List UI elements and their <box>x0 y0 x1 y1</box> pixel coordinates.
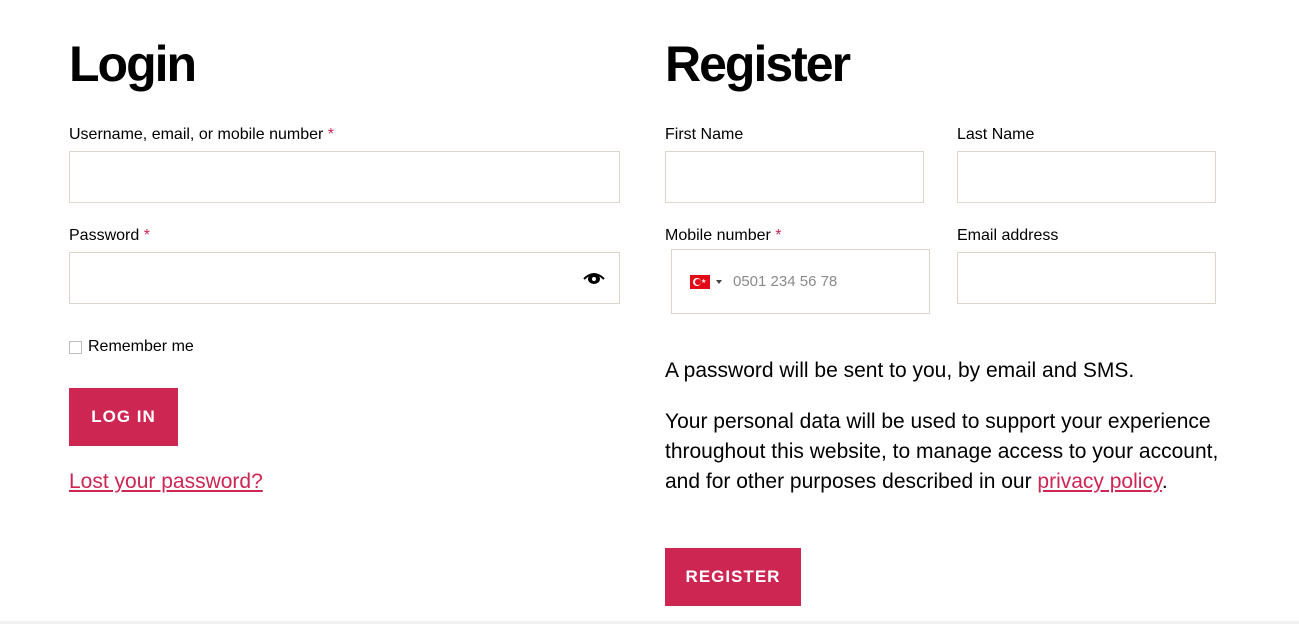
account-page: Login Username, email, or mobile number … <box>0 0 1299 624</box>
privacy-notice: Your personal data will be used to suppo… <box>665 407 1221 497</box>
first-name-label: First Name <box>665 126 744 143</box>
remember-me[interactable]: Remember me <box>69 338 194 356</box>
required-mark: * <box>143 227 150 244</box>
password-label: Password * <box>69 226 150 246</box>
login-button[interactable]: Log in <box>69 388 178 446</box>
mobile-label: Mobile number * <box>665 226 782 246</box>
lost-password-link[interactable]: Lost your password? <box>69 469 263 495</box>
required-mark: * <box>775 227 782 244</box>
username-input[interactable] <box>69 151 620 203</box>
remember-me-label: Remember me <box>88 338 194 355</box>
first-name-input[interactable] <box>665 151 924 203</box>
password-note: A password will be sent to you, by email… <box>665 359 1135 382</box>
username-label-text: Username, email, or mobile number <box>69 126 324 143</box>
mobile-number-input[interactable]: ★ 0501 234 56 78 <box>671 249 930 314</box>
email-label: Email address <box>957 227 1059 244</box>
register-button[interactable]: Register <box>665 548 801 606</box>
required-mark: * <box>327 126 335 143</box>
last-name-input[interactable] <box>957 151 1216 203</box>
email-input[interactable] <box>957 252 1216 304</box>
privacy-period: . <box>1161 470 1168 493</box>
eye-icon[interactable] <box>583 271 605 285</box>
username-label: Username, email, or mobile number * <box>69 125 334 145</box>
register-heading: Register <box>665 36 851 92</box>
login-heading: Login <box>69 36 197 92</box>
caret-down-icon[interactable] <box>716 280 722 284</box>
password-label-text: Password <box>69 227 140 244</box>
turkey-flag-icon[interactable]: ★ <box>690 275 710 289</box>
last-name-label: Last Name <box>957 126 1035 143</box>
password-input[interactable] <box>69 252 620 304</box>
remember-me-checkbox[interactable] <box>69 340 82 354</box>
privacy-policy-link[interactable]: privacy policy <box>1037 470 1161 493</box>
mobile-label-text: Mobile number <box>665 227 771 244</box>
phone-placeholder: 0501 234 56 78 <box>733 273 838 290</box>
